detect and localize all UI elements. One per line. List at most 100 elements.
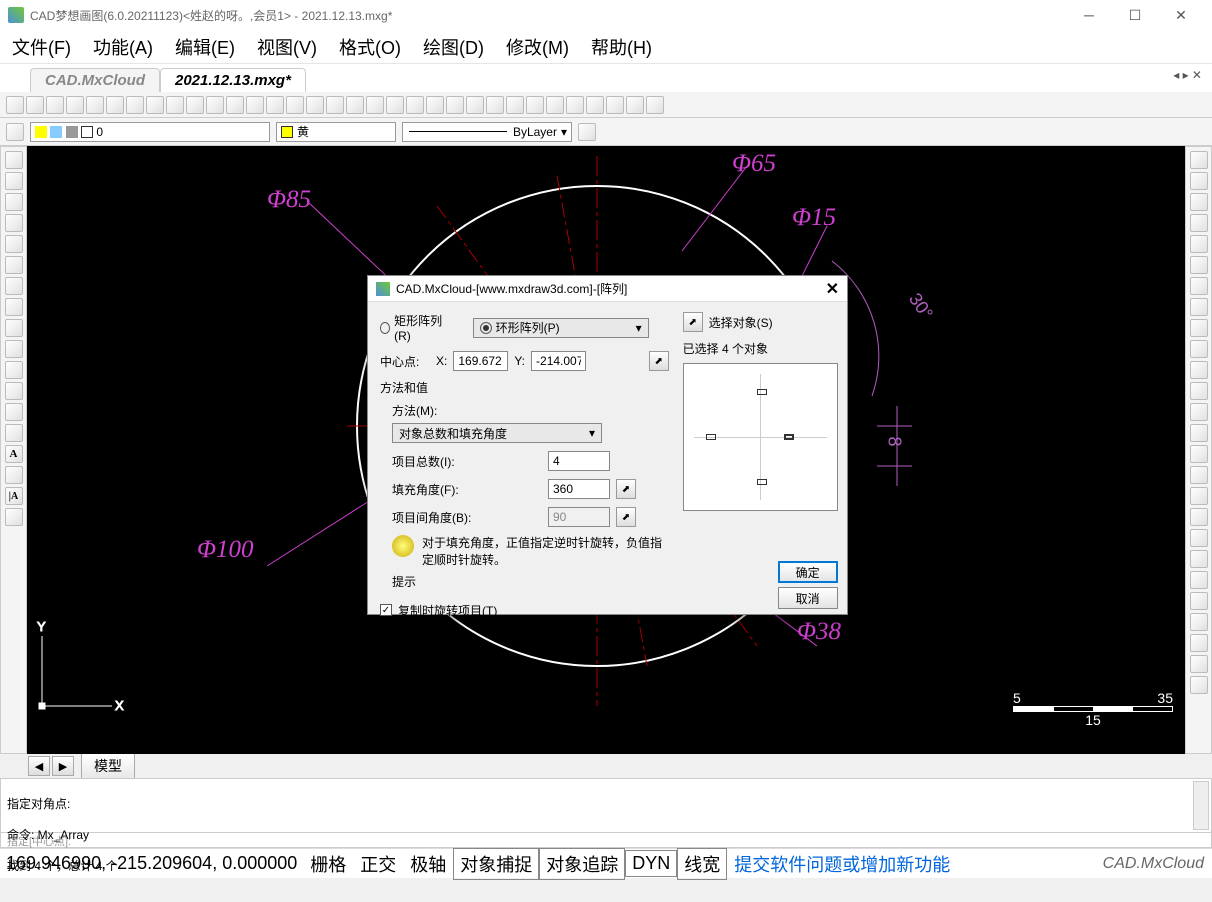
t17-icon[interactable]	[326, 96, 344, 114]
pick-between-angle-button[interactable]: ⬈	[616, 507, 636, 527]
dim-baseline-icon[interactable]	[1190, 613, 1208, 631]
close-button[interactable]: ✕	[1158, 0, 1204, 30]
region-tool-icon[interactable]	[5, 508, 23, 526]
rect-array-radio[interactable]: 矩形阵列(R)	[380, 312, 447, 343]
center-x-input[interactable]	[453, 351, 508, 371]
spline-tool-icon[interactable]	[5, 298, 23, 316]
menu-modify[interactable]: 修改(M)	[506, 34, 569, 60]
t22-icon[interactable]	[426, 96, 444, 114]
t29-icon[interactable]	[566, 96, 584, 114]
method-select[interactable]: 对象总数和填充角度	[392, 423, 602, 443]
redo-icon[interactable]	[546, 96, 564, 114]
arc-tool-icon[interactable]	[5, 256, 23, 274]
move-tool-icon[interactable]	[1190, 256, 1208, 274]
t26-icon[interactable]	[506, 96, 524, 114]
brush-icon[interactable]	[578, 123, 596, 141]
t30-icon[interactable]	[586, 96, 604, 114]
rotate-tool-icon[interactable]	[1190, 277, 1208, 295]
maximize-button[interactable]: ☐	[1112, 0, 1158, 30]
pick-center-button[interactable]: ⬈	[649, 351, 669, 371]
ok-button[interactable]: 确定	[778, 561, 838, 583]
circle-tool-icon[interactable]	[5, 277, 23, 295]
open2-icon[interactable]	[46, 96, 64, 114]
text-tool-icon[interactable]: A	[5, 445, 23, 463]
select-objects-icon[interactable]: ⬈	[683, 312, 703, 332]
new-icon[interactable]	[6, 96, 24, 114]
dim-diameter-icon[interactable]	[1190, 550, 1208, 568]
mtext-tool-icon[interactable]: |A	[5, 487, 23, 505]
copy-tool-icon[interactable]	[1190, 172, 1208, 190]
zoomwin-icon[interactable]	[126, 96, 144, 114]
center-y-input[interactable]	[531, 351, 586, 371]
t13-icon[interactable]	[246, 96, 264, 114]
layer-icon[interactable]	[226, 96, 244, 114]
pline-tool-icon[interactable]	[5, 193, 23, 211]
select-icon[interactable]	[166, 96, 184, 114]
find-icon[interactable]	[206, 96, 224, 114]
join-tool-icon[interactable]	[1190, 403, 1208, 421]
pick-fill-angle-button[interactable]: ⬈	[616, 479, 636, 499]
dim-aligned-icon[interactable]	[1190, 508, 1208, 526]
offset-tool-icon[interactable]	[1190, 214, 1208, 232]
tab-prev-icon[interactable]: ◀	[28, 756, 50, 776]
polar-array-radio[interactable]: 环形阵列(P)	[473, 318, 649, 338]
item-count-input[interactable]	[548, 451, 610, 471]
rotate-items-checkbox[interactable]: ✓	[380, 604, 392, 616]
erase-tool-icon[interactable]	[1190, 151, 1208, 169]
command-history[interactable]: 指定对角点: 命令: Mx_Array 找到 4 个，总计 4 个	[0, 778, 1212, 833]
layers-icon[interactable]	[6, 123, 24, 141]
menu-draw[interactable]: 绘图(D)	[423, 34, 484, 60]
dim-linear-icon[interactable]	[1190, 487, 1208, 505]
save-icon[interactable]	[66, 96, 84, 114]
insert-tool-icon[interactable]	[5, 361, 23, 379]
dim-edit-icon[interactable]	[1190, 676, 1208, 694]
t20-icon[interactable]	[386, 96, 404, 114]
tab-inactive[interactable]: CAD.MxCloud	[30, 68, 160, 92]
print-icon[interactable]	[86, 96, 104, 114]
dim-style-icon[interactable]	[1190, 655, 1208, 673]
menu-file[interactable]: 文件(F)	[12, 34, 71, 60]
menu-view[interactable]: 视图(V)	[257, 34, 317, 60]
tab-nav[interactable]: ◂ ▸ ✕	[1173, 68, 1202, 82]
hatch-tool-icon[interactable]	[5, 424, 23, 442]
trim-tool-icon[interactable]	[1190, 340, 1208, 358]
polygon-tool-icon[interactable]	[5, 214, 23, 232]
menu-help[interactable]: 帮助(H)	[591, 34, 652, 60]
select-objects-label[interactable]: 选择对象(S)	[709, 314, 773, 331]
table-tool-icon[interactable]	[5, 466, 23, 484]
dim-radius-icon[interactable]	[1190, 529, 1208, 547]
chamfer-tool-icon[interactable]	[1190, 424, 1208, 442]
menu-edit[interactable]: 编辑(E)	[175, 34, 235, 60]
explode-tool-icon[interactable]	[1190, 466, 1208, 484]
ellipse-tool-icon[interactable]	[5, 319, 23, 337]
cancel-button[interactable]: 取消	[778, 587, 838, 609]
array-tool-icon[interactable]	[1190, 235, 1208, 253]
model-tab[interactable]: 模型	[81, 753, 135, 779]
t33-icon[interactable]	[646, 96, 664, 114]
point-tool-icon[interactable]	[5, 403, 23, 421]
t21-icon[interactable]	[406, 96, 424, 114]
menu-function[interactable]: 功能(A)	[93, 34, 153, 60]
pan-icon[interactable]	[146, 96, 164, 114]
linetype-combo[interactable]: ByLayer ▾	[402, 122, 572, 142]
mirror-tool-icon[interactable]	[1190, 193, 1208, 211]
t25-icon[interactable]	[486, 96, 504, 114]
stretch-tool-icon[interactable]	[1190, 319, 1208, 337]
dim-leader-icon[interactable]	[1190, 634, 1208, 652]
t14-icon[interactable]	[266, 96, 284, 114]
zoom-icon[interactable]	[106, 96, 124, 114]
fill-angle-input[interactable]	[548, 479, 610, 499]
t23-icon[interactable]	[446, 96, 464, 114]
dialog-close-icon[interactable]: ✕	[826, 279, 839, 299]
line-tool-icon[interactable]	[5, 151, 23, 169]
dim-angular-icon[interactable]	[1190, 571, 1208, 589]
undo-icon[interactable]	[526, 96, 544, 114]
open-icon[interactable]	[26, 96, 44, 114]
tab-next-icon[interactable]: ▶	[52, 756, 74, 776]
dialog-titlebar[interactable]: CAD.MxCloud-[www.mxdraw3d.com]-[阵列] ✕	[368, 276, 847, 302]
color-combo[interactable]: 黄	[276, 122, 396, 142]
t24-icon[interactable]	[466, 96, 484, 114]
t32-icon[interactable]	[626, 96, 644, 114]
minimize-button[interactable]: ─	[1066, 0, 1112, 30]
t31-icon[interactable]	[606, 96, 624, 114]
